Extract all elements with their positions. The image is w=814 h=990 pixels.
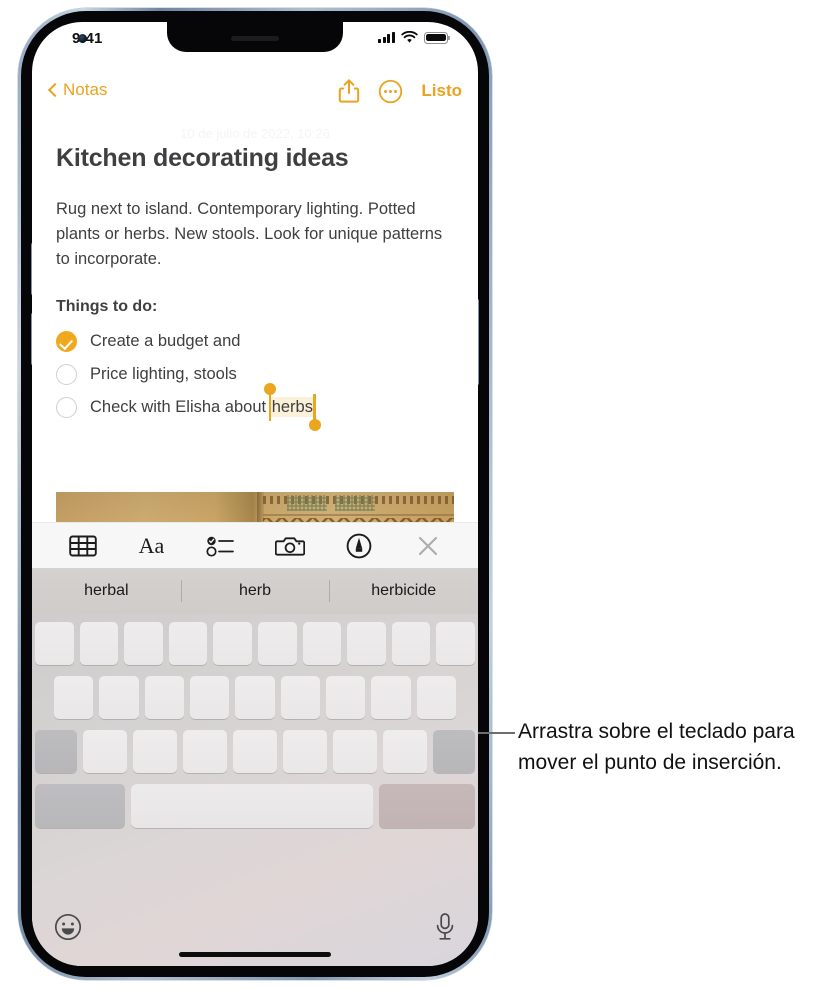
key-blank[interactable] — [383, 730, 427, 773]
cellular-signal-icon — [378, 32, 395, 43]
navigation-bar: Notas Listo — [32, 78, 478, 118]
back-button-label: Notas — [63, 80, 108, 99]
table-icon[interactable] — [66, 529, 100, 563]
checklist-item-label: Create a budget and — [90, 332, 241, 350]
share-icon[interactable] — [338, 78, 360, 104]
format-toolbar: Aa — [32, 522, 478, 568]
selection-bar-end — [313, 394, 316, 421]
keyboard-row-4 — [32, 784, 478, 828]
selected-word: herbs — [270, 397, 314, 417]
key-blank[interactable] — [124, 622, 163, 665]
key-blank[interactable] — [79, 622, 119, 665]
checklist-item-text: Check with Elisha about — [90, 398, 271, 416]
text-selection[interactable]: herbs — [263, 383, 321, 431]
selection-bar-start — [268, 394, 272, 421]
key-blank[interactable] — [99, 676, 139, 719]
key-blank[interactable] — [213, 622, 252, 665]
return-key[interactable] — [379, 784, 475, 828]
key-blank[interactable] — [391, 622, 431, 665]
microphone-icon[interactable] — [434, 912, 456, 942]
key-blank[interactable] — [302, 622, 342, 665]
space-key[interactable] — [131, 784, 373, 828]
key-blank[interactable] — [35, 622, 74, 665]
key-blank[interactable] — [333, 730, 377, 773]
note-content: Kitchen decorating ideas Rug next to isl… — [32, 118, 478, 431]
callout-text: Arrastra sobre el teclado para mover el … — [518, 720, 795, 774]
status-time: 9:41 — [72, 30, 103, 47]
key-blank[interactable] — [133, 730, 177, 773]
key-blank[interactable] — [280, 676, 320, 719]
checklist-item-label: Check with Elisha about herbs — [90, 383, 321, 431]
key-blank[interactable] — [83, 730, 127, 773]
emoji-smiley-icon[interactable] — [54, 913, 82, 941]
screenshot-root: 9:41 Notas Listo 10 de julio de 2022, 10… — [0, 0, 814, 990]
predictive-text-bar: herbal herb herbicide — [32, 568, 478, 614]
note-subheading[interactable]: Things to do: — [56, 298, 454, 316]
checklist-icon[interactable] — [204, 529, 238, 563]
key-blank[interactable] — [190, 676, 230, 719]
key-blank[interactable] — [233, 730, 277, 773]
note-paragraph[interactable]: Rug next to island. Contemporary lightin… — [56, 197, 454, 272]
numbers-key[interactable] — [35, 784, 125, 828]
selection-handle-end[interactable] — [308, 419, 321, 431]
checklist-item-label: Price lighting, stools — [90, 365, 237, 383]
wifi-icon — [401, 31, 418, 43]
battery-icon — [424, 31, 451, 44]
done-button[interactable]: Listo — [421, 81, 462, 101]
chevron-left-icon — [48, 82, 58, 99]
keyboard-row-2 — [32, 676, 478, 719]
checklist-item[interactable]: Check with Elisha about herbs — [56, 383, 454, 431]
markup-pen-icon[interactable] — [342, 529, 376, 563]
keyboard-row-3 — [32, 730, 478, 773]
key-blank[interactable] — [436, 622, 475, 665]
suggestion-item[interactable]: herb — [181, 582, 330, 600]
navbar-actions: Listo — [338, 78, 462, 104]
note-title[interactable]: Kitchen decorating ideas — [56, 144, 454, 173]
key-blank[interactable] — [168, 622, 208, 665]
shift-key[interactable] — [35, 730, 77, 773]
suggestion-item[interactable]: herbicide — [329, 582, 478, 600]
checklist: Create a budget and Price lighting, stoo… — [56, 325, 454, 431]
key-blank[interactable] — [144, 676, 184, 719]
front-camera-icon — [78, 34, 87, 43]
close-icon[interactable] — [411, 529, 445, 563]
phone-screen: 9:41 Notas Listo 10 de julio de 2022, 10… — [32, 22, 478, 966]
checkbox-empty-icon[interactable] — [56, 364, 77, 385]
earpiece-speaker — [231, 36, 279, 41]
keyboard-row-1 — [32, 622, 478, 665]
key-blank[interactable] — [235, 676, 275, 719]
key-blank[interactable] — [416, 676, 456, 719]
key-blank[interactable] — [347, 622, 386, 665]
key-blank[interactable] — [183, 730, 227, 773]
home-indicator — [179, 952, 331, 957]
key-blank[interactable] — [258, 622, 297, 665]
suggestion-item[interactable]: herbal — [32, 582, 181, 600]
text-format-label: Aa — [138, 532, 165, 558]
back-to-notes-button[interactable]: Notas — [48, 80, 107, 100]
status-icons — [378, 31, 451, 44]
checkbox-checked-icon[interactable] — [56, 331, 77, 352]
on-screen-keyboard[interactable] — [32, 614, 478, 966]
checklist-item[interactable]: Price lighting, stools — [56, 358, 454, 391]
key-blank[interactable] — [371, 676, 411, 719]
key-blank[interactable] — [325, 676, 366, 719]
selection-handle-start[interactable] — [263, 383, 276, 395]
camera-icon[interactable] — [273, 529, 307, 563]
text-format-icon[interactable]: Aa — [135, 529, 169, 563]
checklist-item[interactable]: Create a budget and — [56, 325, 454, 358]
key-blank[interactable] — [54, 676, 94, 719]
key-blank[interactable] — [283, 730, 327, 773]
delete-key[interactable] — [433, 730, 475, 773]
checkbox-empty-icon[interactable] — [56, 397, 77, 418]
more-circle-icon[interactable] — [378, 79, 403, 104]
